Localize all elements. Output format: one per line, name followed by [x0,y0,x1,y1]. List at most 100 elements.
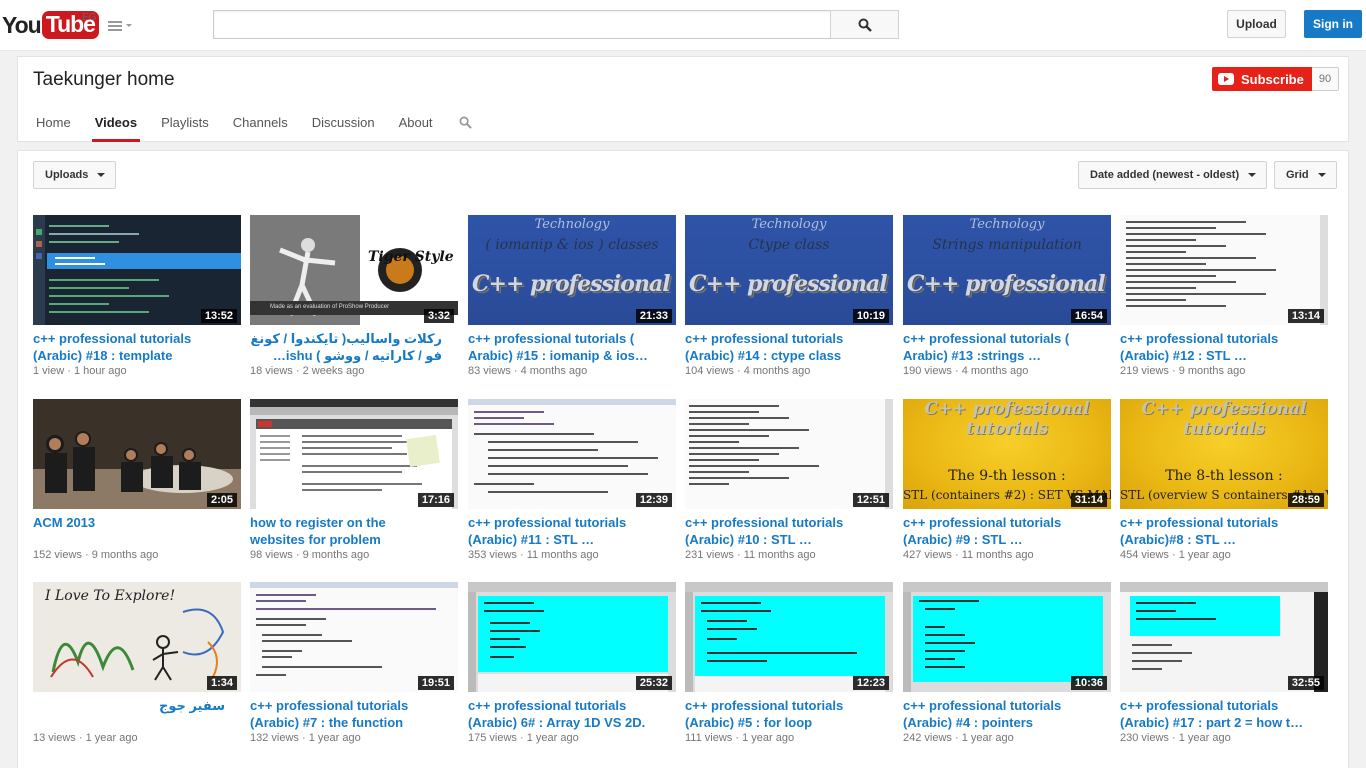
video-title[interactable]: c++ professional tutorials (Arabic) #18 … [33,330,225,364]
video-title[interactable]: ACM 2013 [33,514,225,548]
view-count: 175 views [468,732,517,744]
video-item[interactable]: 19:51 c++ professional tutorials (Arabic… [250,582,458,745]
video-title[interactable]: how to register on the websites for prob… [250,514,442,548]
upload-age: 11 months ago [743,549,816,561]
video-duration: 12:51 [852,493,889,507]
video-thumbnail[interactable]: C++ professional tutorials The 9-th less… [903,399,1111,509]
video-item[interactable]: 17:16 how to register on the websites fo… [250,399,458,562]
video-item[interactable]: 10:36 c++ professional tutorials (Arabic… [903,582,1111,745]
video-item[interactable]: 32:55 c++ professional tutorials (Arabic… [1120,582,1328,745]
video-title[interactable]: c++ professional tutorials (Arabic) #4 :… [903,697,1095,731]
video-item[interactable]: 12:23 c++ professional tutorials (Arabic… [685,582,893,745]
video-thumbnail[interactable]: 12:39 [468,399,676,509]
upload-button[interactable]: Upload [1227,10,1286,38]
video-title[interactable]: c++ professional tutorials (Arabic) #14 … [685,330,877,364]
video-thumbnail[interactable]: 13:14 [1120,215,1328,325]
tab-discussion[interactable]: Discussion [301,103,386,142]
tab-videos[interactable]: Videos [84,103,148,142]
video-meta: 18 views · 2 weeks ago [250,365,365,377]
video-thumbnail[interactable]: 12:23 [685,582,893,692]
video-thumbnail[interactable]: 12:51 [685,399,893,509]
video-item[interactable]: Technology Strings manipulation C++ prof… [903,215,1111,378]
thumb-caption: ( iomanip & ios ) classes [485,237,659,253]
video-item[interactable]: 2:05 ACM 2013 152 views · 9 months ago [33,399,241,562]
video-title[interactable]: c++ professional tutorials (Arabic) #17 … [1120,697,1312,731]
video-title[interactable]: c++ professional tutorials (Arabic) #10 … [685,514,877,548]
chevron-down-icon [97,173,106,177]
video-title[interactable]: سفير جوج [33,697,225,731]
video-thumbnail[interactable]: Technology ( iomanip & ios ) classes C++… [468,215,676,325]
channel-search-button[interactable] [446,103,486,142]
video-title[interactable]: c++ professional tutorials (Arabic) #12 … [1120,330,1312,364]
upload-age: 11 months ago [961,549,1034,561]
sign-in-button[interactable]: Sign in [1304,10,1362,38]
video-meta: 98 views · 9 months ago [250,549,370,561]
view-count: 242 views [903,732,952,744]
subscribe-button[interactable]: Subscribe [1212,67,1312,91]
video-title[interactable]: c++ professional tutorials ( Arabic) #13… [903,330,1095,364]
upload-age: 9 months ago [91,549,159,561]
video-title[interactable]: c++ professional tutorials (Arabic) #7 :… [250,697,442,731]
video-meta: 111 views · 1 year ago [685,732,795,744]
tab-home[interactable]: Home [25,103,82,142]
video-duration: 12:39 [635,493,672,507]
video-item[interactable]: 12:51 c++ professional tutorials (Arabic… [685,399,893,562]
video-item[interactable]: Technology ( iomanip & ios ) classes C++… [468,215,676,378]
uploads-label: Uploads [45,169,89,181]
video-duration: 10:36 [1070,676,1107,690]
video-item[interactable]: 13:14 c++ professional tutorials (Arabic… [1120,215,1328,378]
video-item[interactable]: Technology Ctype class C++ professional … [685,215,893,378]
video-meta: 242 views · 1 year ago [903,732,1014,744]
video-title[interactable]: c++ professional tutorials ( Arabic) #15… [468,330,660,364]
view-count: 190 views [903,365,952,377]
view-dropdown[interactable]: Grid [1274,161,1337,189]
video-title[interactable]: ركلات واساليب( تايكندوا / كونغ فو / كارا… [250,330,442,364]
video-thumbnail[interactable]: 19:51 [250,582,458,692]
channel-title[interactable]: Taekunger home [33,69,175,91]
search-input[interactable] [213,10,831,39]
tab-channels[interactable]: Channels [222,103,299,142]
video-item[interactable]: C++ professional tutorials The 8-th less… [1120,399,1328,562]
video-thumbnail[interactable]: Technology Ctype class C++ professional … [685,215,893,325]
video-thumbnail[interactable]: Technology Strings manipulation C++ prof… [903,215,1111,325]
masthead: You Tube EG Upload Sign in [0,0,1366,51]
video-thumbnail[interactable]: I Love To Explore! 1:34 [33,582,241,692]
video-item[interactable]: I Love To Explore! 1:34 سفير جوج 13 view… [33,582,241,745]
upload-age: 1 year ago [742,732,795,744]
video-thumbnail[interactable]: C++ professional tutorials The 8-th less… [1120,399,1328,509]
video-thumbnail[interactable]: 13:52 [33,215,241,325]
video-thumbnail[interactable]: 25:32 [468,582,676,692]
guide-menu-icon[interactable] [108,18,134,34]
video-thumbnail[interactable]: 10:36 [903,582,1111,692]
video-title[interactable]: c++ professional tutorials (Arabic) 6# :… [468,697,660,731]
tab-about[interactable]: About [388,103,444,142]
video-item[interactable]: Tiger Style Made as an evaluation of Pro… [250,215,458,378]
video-thumbnail[interactable]: 17:16 [250,399,458,509]
video-meta: 219 views · 9 months ago [1120,365,1246,377]
video-item[interactable]: 13:52 c++ professional tutorials (Arabic… [33,215,241,378]
video-item[interactable]: 25:32 c++ professional tutorials (Arabic… [468,582,676,745]
youtube-logo[interactable]: You Tube EG [2,10,99,40]
video-title[interactable]: c++ professional tutorials (Arabic) #9 :… [903,514,1095,548]
video-duration: 25:32 [635,676,672,690]
video-title[interactable]: c++ professional tutorials (Arabic) #5 :… [685,697,877,731]
video-title[interactable]: c++ professional tutorials (Arabic) #11 … [468,514,660,548]
video-thumbnail[interactable]: 2:05 [33,399,241,509]
video-thumbnail[interactable]: 32:55 [1120,582,1328,692]
video-thumbnail[interactable]: Tiger Style Made as an evaluation of Pro… [250,215,458,325]
video-item[interactable]: C++ professional tutorials The 9-th less… [903,399,1111,562]
video-item[interactable]: 12:39 c++ professional tutorials (Arabic… [468,399,676,562]
upload-age: 1 year ago [1178,549,1231,561]
video-meta: 83 views · 4 months ago [468,365,588,377]
video-duration: 3:32 [423,309,454,323]
video-title[interactable]: c++ professional tutorials (Arabic)#8 : … [1120,514,1312,548]
logo-you: You [2,11,42,38]
uploads-dropdown[interactable]: Uploads [33,161,117,189]
upload-age: 1 year ago [308,732,361,744]
tab-playlists[interactable]: Playlists [150,103,220,142]
view-count: 18 views [250,365,293,377]
upload-age: 4 months ago [520,365,588,377]
thumb-caption: C++ professional tutorials [1141,399,1307,439]
sort-dropdown[interactable]: Date added (newest - oldest) [1078,161,1268,189]
search-button[interactable] [830,10,899,39]
